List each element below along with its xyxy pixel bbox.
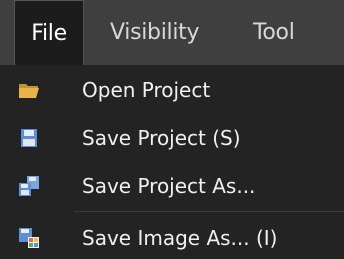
menu-tool[interactable]: Tool: [253, 0, 313, 65]
menu-item-open-project[interactable]: Open Project: [0, 67, 344, 113]
floppy-disk-stack-icon: [19, 176, 39, 196]
menu-separator: [74, 211, 344, 212]
save-image-icon: [19, 228, 39, 248]
folder-open-icon: [19, 84, 39, 98]
menu-item-save-project[interactable]: Save Project (S): [0, 115, 344, 161]
app-window: File Visibility Tool Open Project Save P…: [0, 0, 344, 259]
menu-item-save-image-as[interactable]: Save Image As... (I): [0, 215, 344, 259]
menu-file[interactable]: File: [14, 0, 84, 65]
menu-visibility-label: Visibility: [110, 20, 200, 45]
file-dropdown-menu: Open Project Save Project (S) Save Proje…: [0, 65, 344, 259]
menu-item-label: Save Project (S): [82, 126, 241, 150]
floppy-disk-icon: [21, 129, 37, 147]
menu-item-label: Save Image As... (I): [82, 226, 278, 250]
menu-item-label: Save Project As...: [82, 174, 256, 198]
menu-bar: File Visibility Tool: [0, 0, 344, 66]
menu-item-label: Open Project: [82, 78, 211, 102]
menu-visibility[interactable]: Visibility: [110, 0, 220, 65]
menu-file-label: File: [31, 20, 67, 46]
menu-tool-label: Tool: [253, 20, 295, 45]
menu-item-save-project-as[interactable]: Save Project As...: [0, 163, 344, 209]
